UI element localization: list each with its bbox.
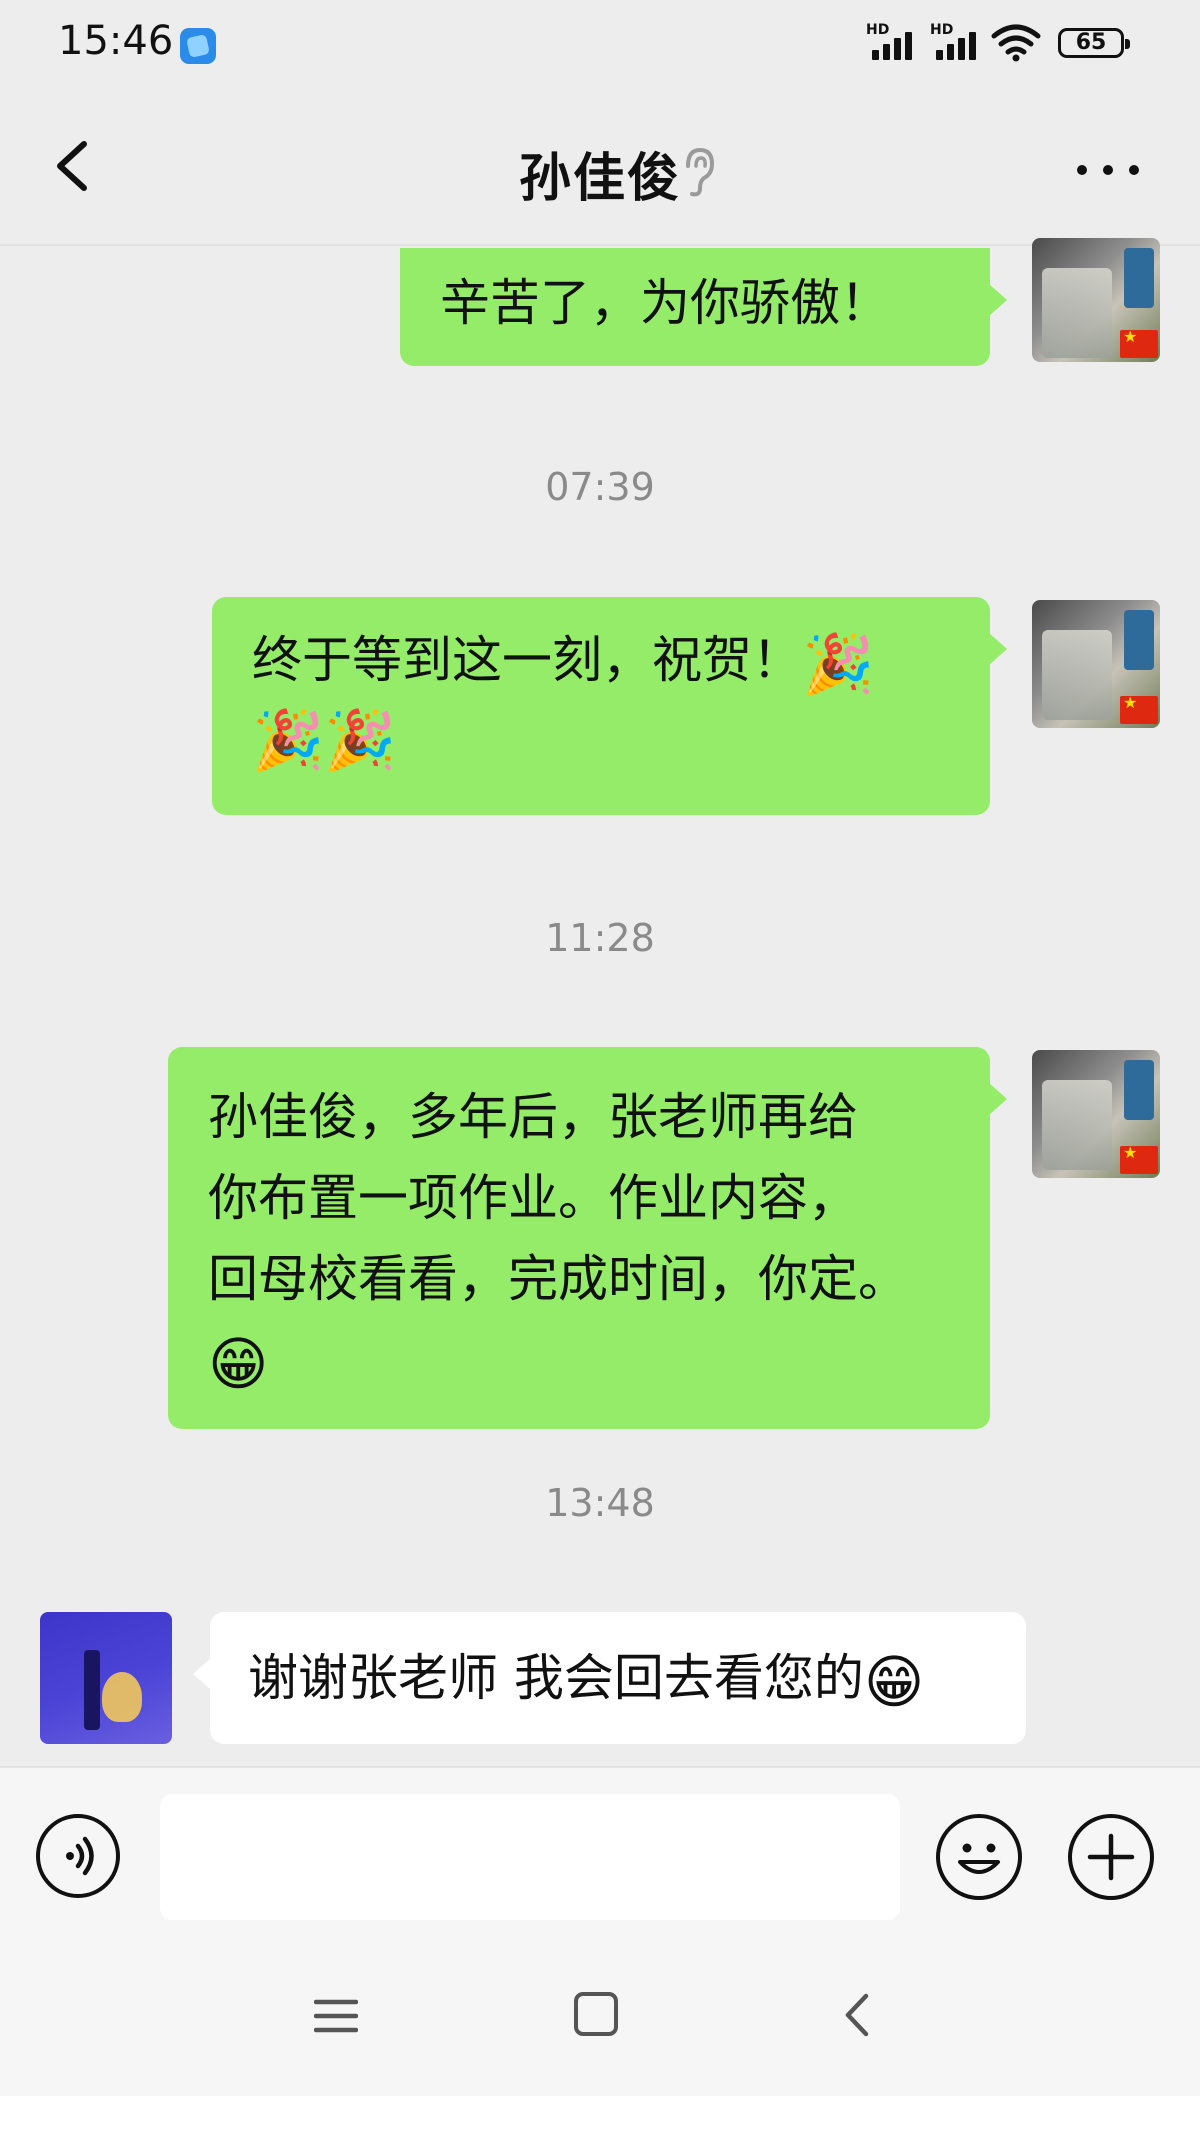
flag-icon xyxy=(1120,693,1158,724)
message-input[interactable] xyxy=(160,1794,900,1920)
flag-icon xyxy=(1120,1143,1158,1174)
grinning-face-icon: 😁 xyxy=(208,1329,269,1398)
grinning-face-icon: 😁 xyxy=(863,1647,925,1716)
chat-title: 孙佳俊 xyxy=(518,149,681,209)
menu-icon[interactable] xyxy=(314,1996,358,2036)
message-bubble-sent[interactable]: 终于等到这一刻，祝贺！🎉 🎉🎉 xyxy=(212,597,1007,815)
voice-icon[interactable] xyxy=(36,1814,120,1898)
party-popper-icon: 🎉 xyxy=(802,629,875,698)
system-navigation-bar xyxy=(0,1936,1200,2096)
header-divider xyxy=(0,244,1200,246)
input-bar xyxy=(0,1766,1200,1936)
signal-icon: HD xyxy=(866,22,930,62)
avatar[interactable] xyxy=(1032,1050,1160,1178)
message-text-line: 回母校看看，完成时间，你定。 xyxy=(208,1250,908,1308)
message-text: 谢谢张老师 我会回去看您的 xyxy=(248,1649,864,1707)
ear-icon xyxy=(686,147,715,197)
timestamp: 07:39 xyxy=(545,465,655,509)
message-text-line: 孙佳俊，多年后，张老师再给 xyxy=(208,1088,858,1146)
message-bubble-sent[interactable]: 孙佳俊，多年后，张老师再给 你布置一项作业。作业内容， 回母校看看，完成时间，你… xyxy=(168,1047,1007,1429)
home-icon[interactable] xyxy=(574,1992,618,2036)
status-time: 15:46 xyxy=(58,18,174,64)
avatar[interactable] xyxy=(1032,600,1160,728)
more-icon[interactable] xyxy=(1070,152,1146,188)
app-notification-icon xyxy=(180,28,216,64)
timestamp: 13:48 xyxy=(545,1481,655,1525)
message-text-line: 你布置一项作业。作业内容， xyxy=(208,1169,858,1227)
message-bubble-received[interactable]: 谢谢张老师 我会回去看您的😁 xyxy=(193,1612,1026,1744)
party-popper-icon: 🎉 xyxy=(252,705,325,774)
avatar[interactable] xyxy=(40,1612,172,1744)
message-bubble-sent[interactable]: 辛苦了，为你骄傲！ xyxy=(400,248,1007,366)
message-text: 终于等到这一刻，祝贺！ xyxy=(252,631,802,689)
plus-icon[interactable] xyxy=(1068,1814,1154,1900)
bottom-strip xyxy=(0,2096,1200,2133)
wifi-icon xyxy=(991,24,1041,62)
chat-header: 孙佳俊 xyxy=(0,100,1200,240)
party-popper-icon: 🎉 xyxy=(324,705,397,774)
message-text: 辛苦了，为你骄傲！ xyxy=(440,274,890,332)
emoji-icon[interactable] xyxy=(936,1814,1022,1900)
back-icon[interactable] xyxy=(836,1990,876,2040)
timestamp: 11:28 xyxy=(545,916,655,960)
signal-icon: HD xyxy=(930,22,994,62)
flag-icon xyxy=(1120,327,1158,358)
battery-icon: 65 xyxy=(1058,28,1130,58)
chat-screen: 15:46 HD HD 65 孙佳俊 辛苦了，为你骄傲！ ★ 07:39 终于等… xyxy=(0,0,1200,2133)
avatar[interactable] xyxy=(1032,238,1160,362)
status-bar: 15:46 HD HD 65 xyxy=(0,0,1200,90)
